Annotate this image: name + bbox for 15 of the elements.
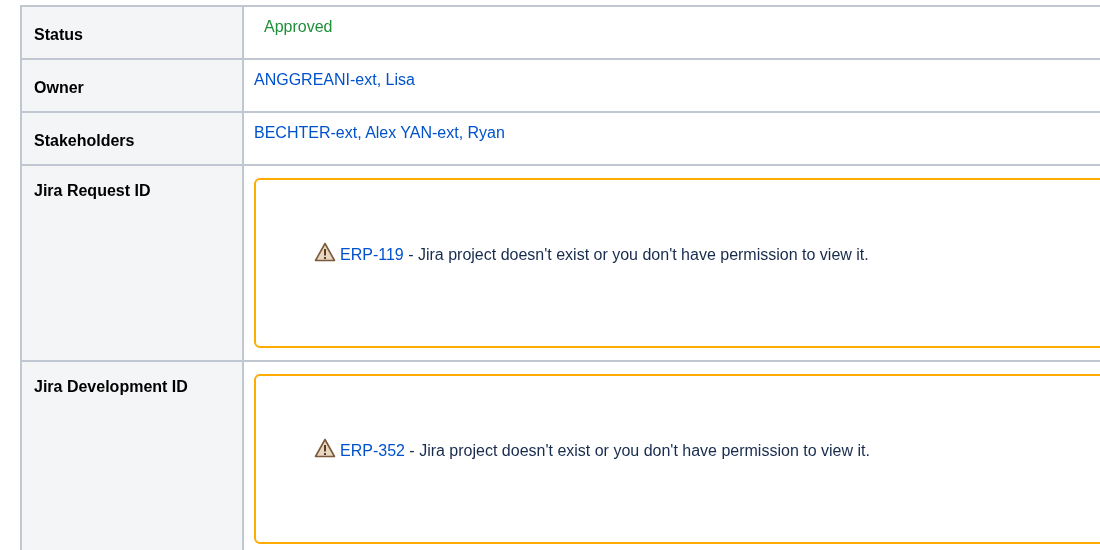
user-link[interactable]: YAN-ext, Ryan	[400, 121, 505, 145]
row-header: Owner	[21, 59, 243, 112]
issue-link[interactable]: ERP-352	[340, 442, 405, 459]
row-header: Stakeholders	[21, 112, 243, 165]
user-link[interactable]: ANGGREANI-ext, Lisa	[254, 68, 415, 92]
warning-icon	[314, 242, 336, 262]
user-link[interactable]: BECHTER-ext, Alex	[254, 121, 397, 145]
warning-icon	[314, 438, 336, 458]
row-header: Jira Request ID	[21, 165, 243, 361]
jira-error-message: ERP-119 - Jira project doesn't exist or you don't have permission to view it.	[314, 237, 1054, 272]
jira-error-message: ERP-352 - Jira project doesn't exist or you don't have permission to view it.	[314, 433, 1054, 468]
row-header: Jira Development ID	[21, 361, 243, 550]
issue-link[interactable]: ERP-119	[340, 246, 404, 263]
row-header: Status	[21, 6, 243, 59]
status-text: Approved	[263, 18, 333, 35]
